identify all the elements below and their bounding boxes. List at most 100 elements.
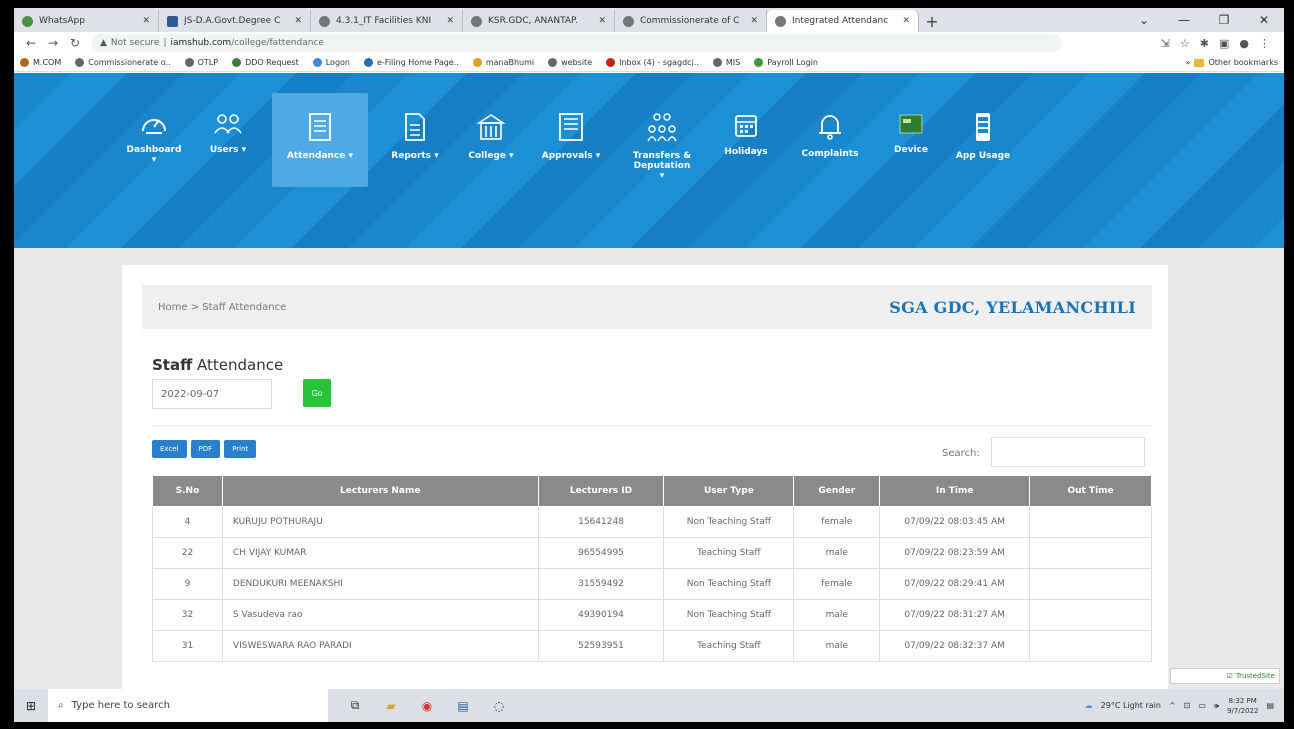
tab-title: WhatsApp xyxy=(39,16,85,26)
nav-label: Transfers & Deputation xyxy=(632,151,692,171)
users-icon xyxy=(214,114,242,134)
close-icon[interactable]: ✕ xyxy=(750,16,758,26)
reload-icon[interactable]: ↻ xyxy=(64,36,86,50)
nav-college[interactable]: College ▾ xyxy=(462,93,520,187)
close-icon[interactable]: ✕ xyxy=(902,16,910,26)
main-nav: Dashboard ▾ Users ▾ Attendance ▾ Reports… xyxy=(124,93,1030,187)
install-icon[interactable]: ⇲ xyxy=(1161,37,1170,50)
profile-avatar[interactable]: ● xyxy=(1239,37,1249,50)
minimize-icon[interactable]: — xyxy=(1164,8,1204,32)
bookmark-item[interactable]: website xyxy=(548,58,592,67)
new-tab-button[interactable]: + xyxy=(919,10,945,32)
taskbar-search[interactable]: ⌕ Type here to search xyxy=(48,689,328,722)
bookmark-item[interactable]: OTLP xyxy=(184,58,218,67)
bookmark-item[interactable]: DDO Request xyxy=(232,58,299,67)
close-icon[interactable]: ✕ xyxy=(294,16,302,26)
cell-in-time: 07/09/22 08:29:41 AM xyxy=(879,568,1031,600)
nav-attendance[interactable]: Attendance ▾ xyxy=(272,93,368,187)
bookmark-item[interactable]: MIS xyxy=(712,58,741,67)
nav-dashboard[interactable]: Dashboard ▾ xyxy=(124,93,184,187)
excel-button[interactable]: Excel xyxy=(152,440,187,458)
gmail-icon xyxy=(606,58,616,67)
other-bookmarks[interactable]: » Other bookmarks xyxy=(1186,58,1278,67)
forward-icon[interactable]: → xyxy=(42,36,64,50)
extensions-icon[interactable]: ✱ xyxy=(1200,37,1209,50)
cell-in-time: 07/09/22 08:03:45 AM xyxy=(879,506,1031,538)
nav-reports[interactable]: Reports ▾ xyxy=(384,93,446,187)
tab-search-icon[interactable]: ⌄ xyxy=(1124,8,1164,32)
column-header[interactable]: S.No xyxy=(152,475,223,507)
date-input[interactable] xyxy=(152,379,272,409)
go-button[interactable]: Go xyxy=(303,379,331,407)
browser-tab[interactable]: 4.3.1_IT Facilities KNI ✕ xyxy=(311,10,463,32)
page-title-rest: Attendance xyxy=(197,356,284,374)
bookmark-item[interactable]: M.COM xyxy=(20,58,61,67)
bookmark-label: e-Filing Home Page.. xyxy=(377,58,459,67)
column-header[interactable]: User Type xyxy=(663,475,795,507)
column-header[interactable]: Lecturers ID xyxy=(537,475,665,507)
chevron-up-icon[interactable]: ^ xyxy=(1169,701,1176,710)
browser-tab[interactable]: KSR.GDC, ANANTAP. ✕ xyxy=(463,10,615,32)
breadcrumb-home[interactable]: Home xyxy=(158,302,188,313)
trusted-badge-label: TrustedSite xyxy=(1235,672,1275,680)
notifications-icon[interactable]: ▤ xyxy=(1266,701,1274,710)
nav-label: Holidays xyxy=(724,147,768,157)
clock[interactable]: 8:32 PM 9/7/2022 xyxy=(1227,696,1258,716)
column-header[interactable]: Lecturers Name xyxy=(221,475,539,507)
volume-icon[interactable]: 🕪 xyxy=(1214,701,1219,711)
task-view-icon[interactable]: ⧉ xyxy=(342,695,368,717)
bookmark-icon xyxy=(754,58,764,67)
app-icon[interactable]: ◌ xyxy=(486,695,512,717)
bookmark-label: MIS xyxy=(725,58,741,67)
weather-label[interactable]: 29°C Light rain xyxy=(1101,701,1161,710)
battery-icon[interactable]: ▭ xyxy=(1198,701,1206,710)
side-panel-icon[interactable]: ▣ xyxy=(1219,37,1229,50)
close-icon[interactable]: ✕ xyxy=(142,16,150,26)
close-icon[interactable]: ✕ xyxy=(598,16,606,26)
close-icon[interactable]: ✕ xyxy=(446,16,454,26)
warning-icon: ▲ xyxy=(100,38,107,48)
close-window-icon[interactable]: ✕ xyxy=(1244,8,1284,32)
word-icon[interactable]: ▤ xyxy=(450,695,476,717)
security-label: Not secure xyxy=(110,38,160,48)
back-icon[interactable]: ← xyxy=(20,36,42,50)
bookmark-item[interactable]: manaBhumi xyxy=(472,58,534,67)
bookmark-item[interactable]: Inbox (4) - sgagdcj.. xyxy=(606,58,699,67)
menu-icon[interactable]: ⋮ xyxy=(1259,37,1270,50)
tab-title: JS-D.A.Govt.Degree C xyxy=(184,16,281,26)
nav-transfers[interactable]: Transfers & Deputation ▾ xyxy=(622,93,702,187)
bookmark-item[interactable]: Logon xyxy=(312,58,350,67)
network-icon[interactable]: ⊡ xyxy=(1184,701,1191,710)
windows-start-icon[interactable]: ⊞ xyxy=(14,699,48,713)
bookmark-star-icon[interactable]: ☆ xyxy=(1180,37,1190,50)
column-header[interactable]: Out Time xyxy=(1029,475,1152,507)
print-button[interactable]: Print xyxy=(224,440,257,458)
browser-tab[interactable]: JS-D.A.Govt.Degree C ✕ xyxy=(159,10,311,32)
browser-tab[interactable]: Commissionerate of C ✕ xyxy=(615,10,767,32)
browser-tab[interactable]: WhatsApp ✕ xyxy=(14,10,159,32)
pdf-button[interactable]: PDF xyxy=(190,440,221,458)
browser-tab-active[interactable]: Integrated Attendanc ✕ xyxy=(767,10,919,32)
nav-complaints[interactable]: Complaints xyxy=(790,93,870,187)
url-field[interactable]: ▲ Not secure | iamshub.com /college/fatt… xyxy=(92,34,1062,52)
tab-title: Commissionerate of C xyxy=(640,16,740,26)
nav-approvals[interactable]: Approvals ▾ xyxy=(536,93,606,187)
chrome-icon[interactable]: ◉ xyxy=(414,695,440,717)
divider xyxy=(152,425,1152,426)
bookmark-item[interactable]: e-Filing Home Page.. xyxy=(364,58,459,67)
file-explorer-icon[interactable]: ▰ xyxy=(378,695,404,717)
bookmark-item[interactable]: Commissionerate o.. xyxy=(75,58,171,67)
nav-device[interactable]: Device xyxy=(886,93,936,187)
nav-app-usage[interactable]: App Usage xyxy=(952,93,1014,187)
nav-label: Dashboard xyxy=(126,145,182,155)
cell-name: S Vasudeva rao xyxy=(221,599,539,631)
cell-sno: 31 xyxy=(152,630,223,662)
nav-holidays[interactable]: Holidays xyxy=(718,93,774,187)
column-header[interactable]: In Time xyxy=(879,475,1031,507)
search-input[interactable] xyxy=(991,437,1145,467)
bookmark-item[interactable]: Payroll Login xyxy=(754,58,818,67)
column-header[interactable]: Gender xyxy=(793,475,881,507)
trustedsite-badge[interactable]: ☑ TrustedSite xyxy=(1170,668,1280,684)
restore-icon[interactable]: ❐ xyxy=(1204,8,1244,32)
nav-users[interactable]: Users ▾ xyxy=(200,93,256,187)
